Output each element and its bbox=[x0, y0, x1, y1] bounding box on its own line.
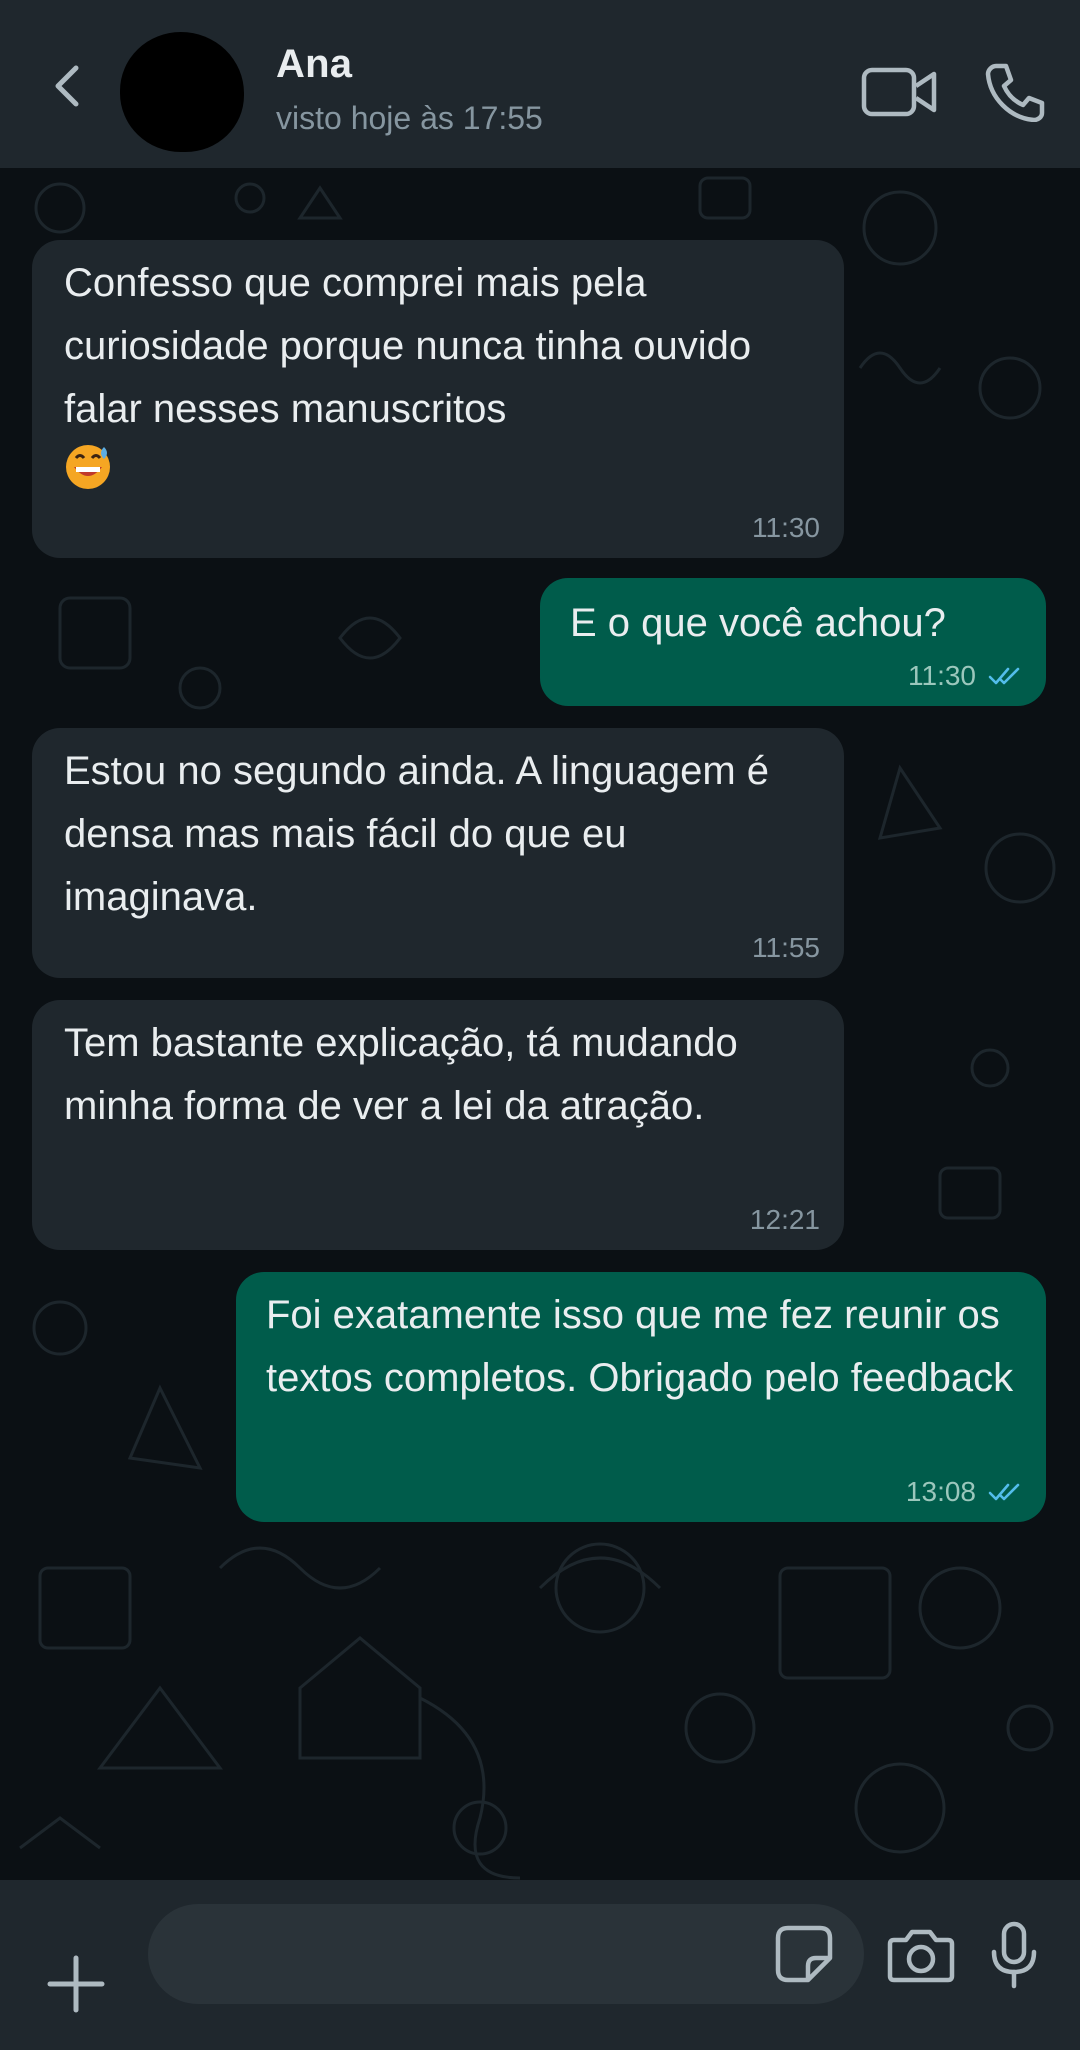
composer-bar bbox=[0, 1880, 1080, 2050]
back-button[interactable] bbox=[40, 58, 96, 114]
message-meta: 11:30 bbox=[752, 512, 820, 544]
last-seen-status: visto hoje às 17:55 bbox=[276, 100, 543, 136]
sticker-icon bbox=[775, 1925, 833, 1983]
message-time: 11:30 bbox=[752, 512, 820, 543]
microphone-button[interactable] bbox=[990, 1920, 1038, 1990]
message-meta: 13:08 bbox=[906, 1476, 1022, 1508]
message-time: 13:08 bbox=[905, 1476, 976, 1507]
message-bubble-incoming[interactable]: Estou no segundo ainda. A linguagem é de… bbox=[32, 728, 844, 978]
message-input[interactable] bbox=[148, 1904, 864, 2004]
read-receipt-icon bbox=[988, 667, 1020, 685]
message-text: Tem bastante explicação, tá mudando minh… bbox=[64, 1021, 738, 1128]
back-arrow-icon bbox=[55, 65, 79, 107]
phone-call-button[interactable] bbox=[982, 62, 1046, 123]
message-meta: 11:30 bbox=[908, 660, 1022, 692]
camera-icon bbox=[887, 1929, 955, 1983]
plus-icon bbox=[47, 1955, 105, 2013]
message-list[interactable]: Confesso que comprei mais pela curiosida… bbox=[0, 168, 1080, 1880]
attach-button[interactable] bbox=[44, 1952, 108, 2016]
message-bubble-outgoing[interactable]: Foi exatamente isso que me fez reunir os… bbox=[236, 1272, 1046, 1522]
message-time: 11:30 bbox=[908, 660, 976, 691]
camera-button[interactable] bbox=[886, 1926, 956, 1984]
contact-name[interactable]: Ana bbox=[276, 42, 352, 87]
message-meta: 12:21 bbox=[750, 1204, 820, 1236]
microphone-icon bbox=[991, 1921, 1037, 1989]
phone-call-icon bbox=[985, 63, 1045, 123]
message-text: E o que você achou? bbox=[570, 601, 946, 645]
message-text: Estou no segundo ainda. A linguagem é de… bbox=[64, 749, 769, 919]
sticker-button[interactable] bbox=[774, 1924, 834, 1984]
video-call-icon bbox=[861, 67, 937, 117]
message-text: Confesso que comprei mais pela curiosida… bbox=[64, 261, 752, 431]
message-time: 12:21 bbox=[749, 1204, 820, 1235]
avatar[interactable] bbox=[120, 32, 244, 152]
message-text: Foi exatamente isso que me fez reunir os… bbox=[266, 1293, 1014, 1400]
message-bubble-outgoing[interactable]: E o que você achou? 11:30 bbox=[540, 578, 1046, 706]
message-meta: 11:55 bbox=[752, 932, 820, 964]
message-bubble-incoming[interactable]: Confesso que comprei mais pela curiosida… bbox=[32, 240, 844, 558]
chat-header: Ana visto hoje às 17:55 bbox=[0, 0, 1080, 168]
emoji bbox=[64, 443, 812, 503]
read-receipt-icon bbox=[988, 1483, 1020, 1501]
video-call-button[interactable] bbox=[860, 64, 940, 120]
message-bubble-incoming[interactable]: Tem bastante explicação, tá mudando minh… bbox=[32, 1000, 844, 1250]
message-time: 11:55 bbox=[752, 932, 820, 963]
grinning-face-with-sweat-icon bbox=[66, 445, 110, 489]
